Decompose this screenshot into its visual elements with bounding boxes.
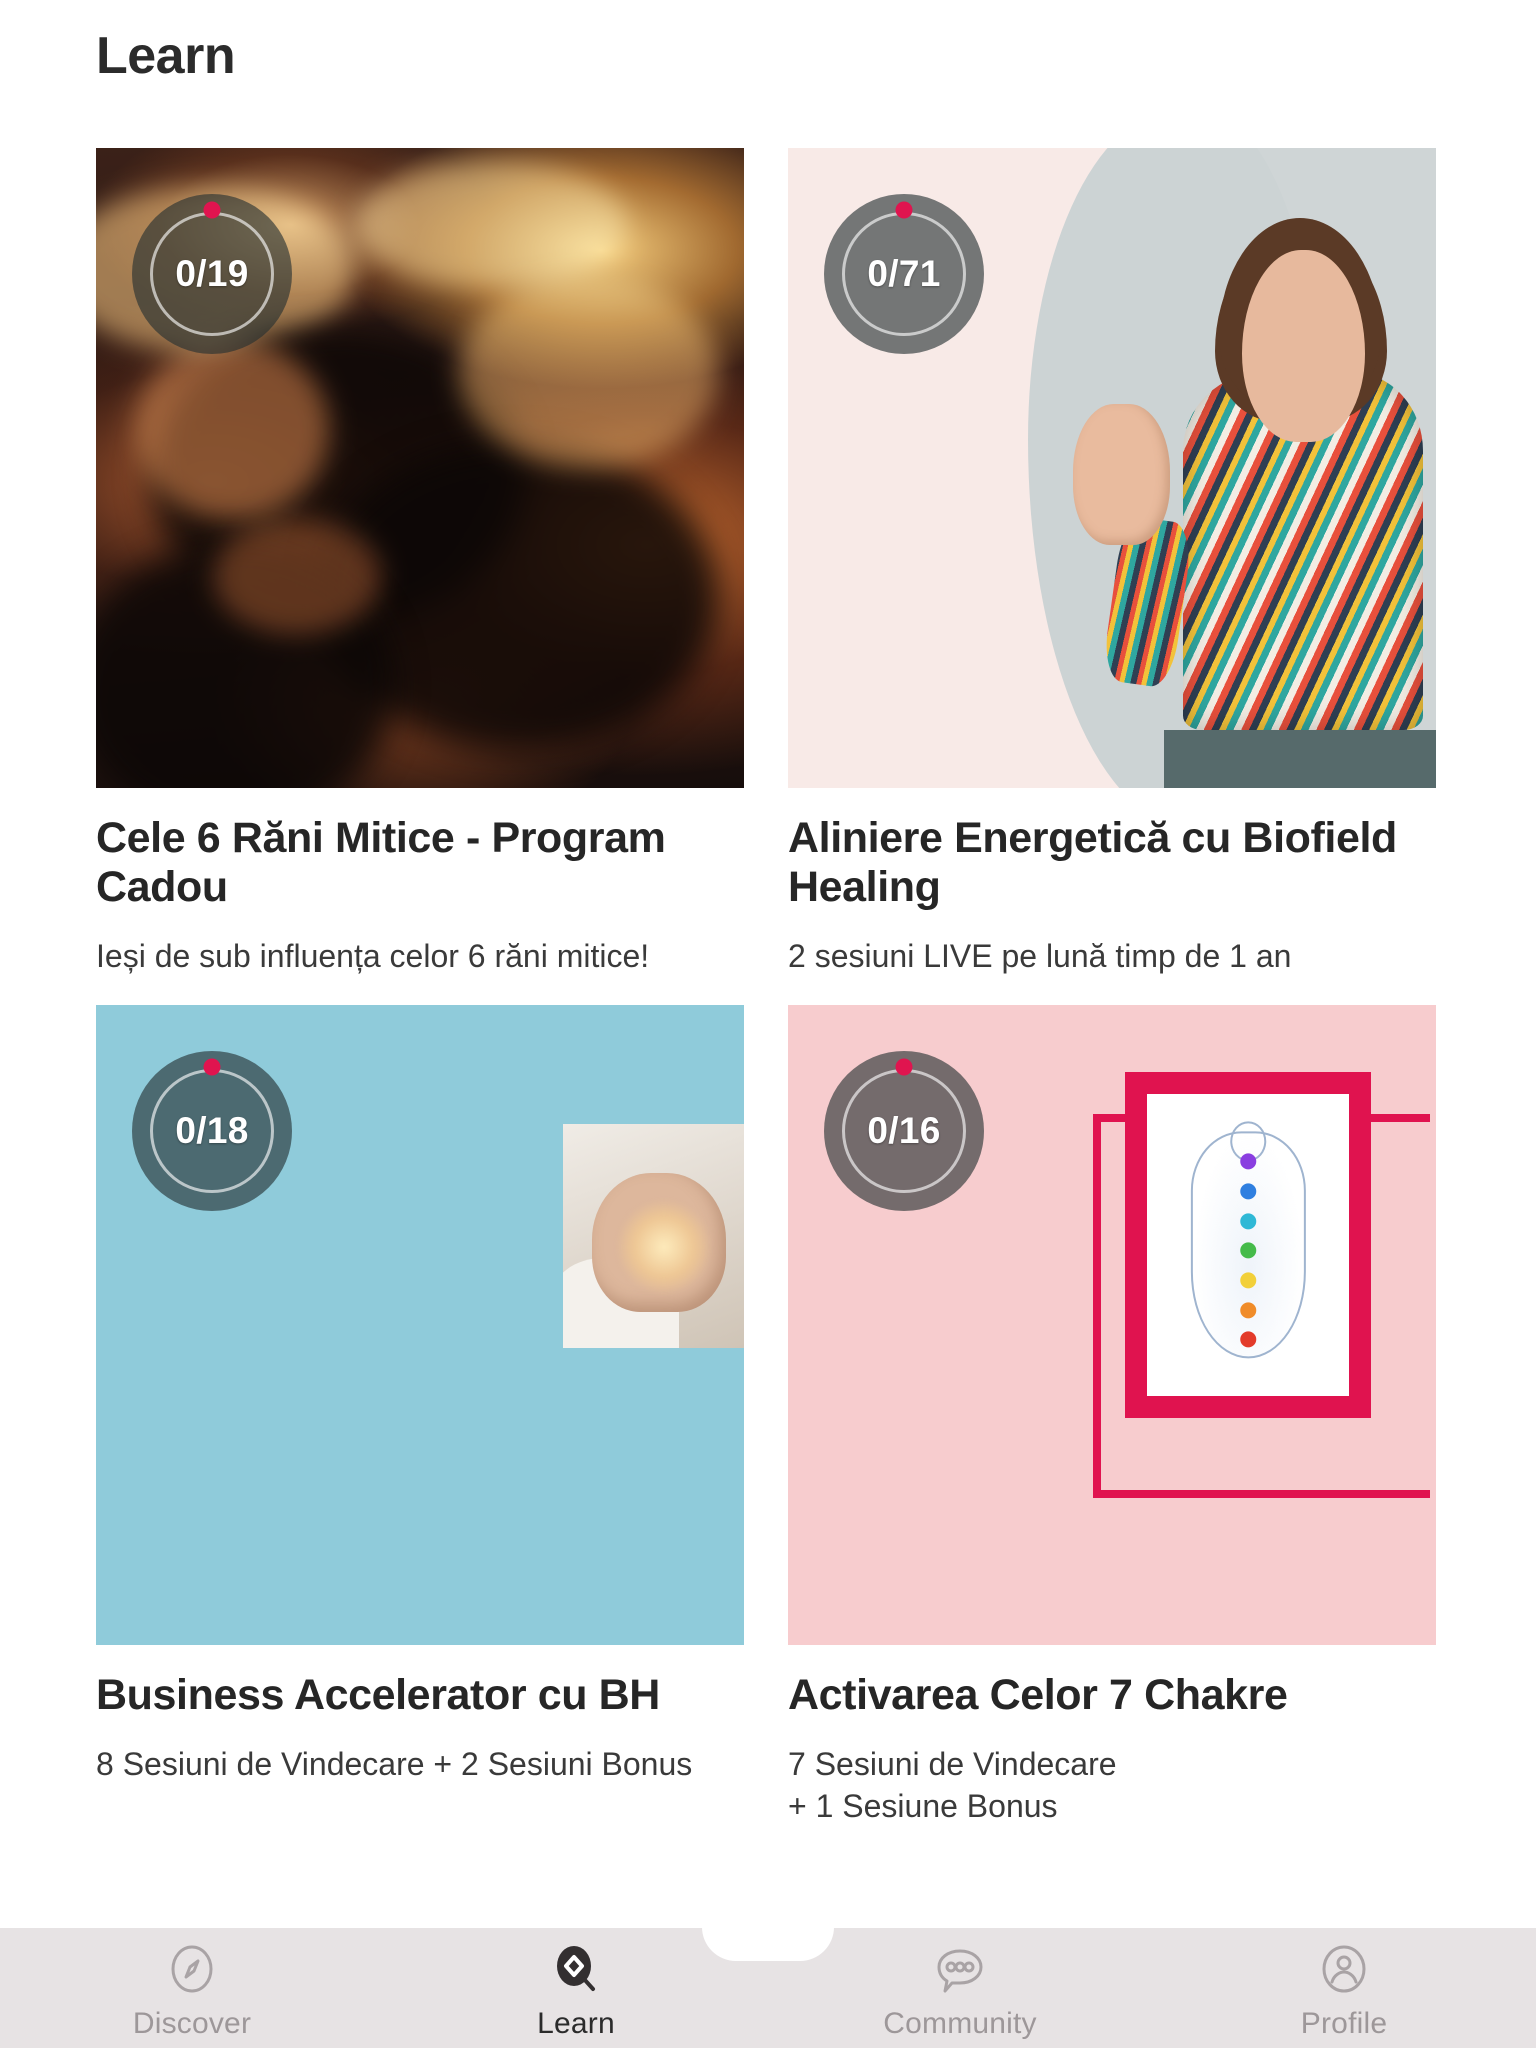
progress-indicator-dot: [895, 1058, 913, 1076]
person-circle-icon: [1316, 1941, 1372, 1997]
nav-tab-profile[interactable]: Profile: [1152, 1935, 1536, 2041]
nav-tab-community[interactable]: Community: [768, 1935, 1152, 2041]
course-card[interactable]: 0/71 Aliniere Energetică cu Biofield Hea…: [788, 148, 1436, 977]
chakra-point-solar: [1240, 1272, 1257, 1289]
nav-label: Community: [883, 2007, 1037, 2040]
course-thumbnail[interactable]: 0/18: [96, 1005, 744, 1646]
course-title: Activarea Celor 7 Chakre: [788, 1671, 1288, 1720]
person-head: [1241, 250, 1365, 443]
progress-indicator-dot: [895, 201, 913, 219]
inset-hand-photo: [562, 1123, 744, 1348]
progress-count: 0/71: [867, 253, 941, 294]
thumbnail-floor-band: [1163, 730, 1436, 788]
course-subtitle: Ieși de sub influența celor 6 răni mitic…: [96, 937, 650, 974]
bottom-navigation-bar: Discover Learn Community Profile: [0, 1927, 1536, 2048]
progress-badge: 0/71: [824, 194, 984, 354]
chakra-point-root: [1240, 1331, 1257, 1348]
progress-badge: 0/18: [132, 1051, 292, 1212]
compass-icon: [164, 1941, 220, 1997]
course-card[interactable]: 0/16 Activarea Celor 7 Chakre 7 Sesiuni …: [788, 1005, 1436, 1827]
nav-label: Profile: [1300, 2007, 1388, 2040]
diamond-search-icon: [548, 1941, 604, 1997]
chakra-point-throat: [1240, 1212, 1257, 1229]
chakra-point-third-eye: [1240, 1183, 1257, 1200]
chakra-figure: [1181, 1121, 1314, 1368]
page-title: Learn: [96, 27, 236, 85]
progress-indicator-dot: [203, 1058, 221, 1076]
chakra-point-crown: [1240, 1153, 1257, 1170]
course-title: Business Accelerator cu BH: [96, 1671, 660, 1720]
progress-count: 0/16: [867, 1110, 941, 1152]
chakra-point-sacral: [1240, 1301, 1257, 1318]
chakra-point-heart: [1240, 1242, 1257, 1259]
progress-badge: 0/19: [132, 194, 292, 354]
course-title: Aliniere Energetică cu Biofield Healing: [788, 814, 1397, 912]
course-title: Cele 6 Răni Mitice - Program Cadou: [96, 814, 666, 912]
chat-bubble-icon: [932, 1941, 988, 1997]
person-waving-hand: [1073, 404, 1171, 545]
course-subtitle: 2 sesiuni LIVE pe lună timp de 1 an: [788, 937, 1292, 974]
nav-label: Learn: [537, 2007, 615, 2040]
course-subtitle: 8 Sesiuni de Vindecare + 2 Sesiuni Bonus: [96, 1745, 693, 1782]
course-subtitle: 7 Sesiuni de Vindecare + 1 Sesiune Bonus: [788, 1745, 1117, 1824]
course-thumbnail[interactable]: 0/16: [788, 1005, 1436, 1646]
course-card[interactable]: 0/18 Business Accelerator cu BH 8 Sesiun…: [96, 1005, 744, 1827]
photo-glow: [616, 1199, 712, 1294]
progress-badge: 0/16: [824, 1051, 984, 1212]
learn-screen: Learn 0/19 Cele 6 Răni Mitice - Program …: [0, 0, 1536, 2048]
course-card[interactable]: 0/19 Cele 6 Răni Mitice - Program Cadou …: [96, 148, 744, 977]
nav-tab-learn[interactable]: Learn: [384, 1935, 768, 2041]
course-thumbnail[interactable]: 0/71: [788, 148, 1436, 788]
nav-tab-discover[interactable]: Discover: [0, 1935, 384, 2041]
nav-label: Discover: [132, 2007, 252, 2040]
chakra-poster-frame: [1124, 1072, 1372, 1418]
course-thumbnail[interactable]: 0/19: [96, 148, 744, 788]
progress-count: 0/19: [175, 253, 249, 294]
progress-count: 0/18: [175, 1110, 249, 1152]
progress-indicator-dot: [203, 201, 221, 219]
course-grid: 0/19 Cele 6 Răni Mitice - Program Cadou …: [96, 148, 1476, 1827]
